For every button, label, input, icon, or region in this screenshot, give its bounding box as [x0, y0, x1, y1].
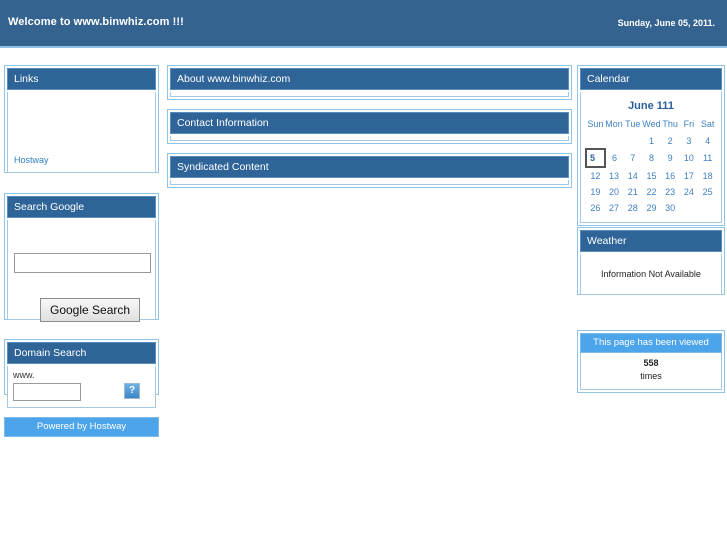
calendar-day-21[interactable]: 21 [623, 184, 642, 200]
calendar-day-18[interactable]: 18 [698, 167, 717, 184]
calendar-day-9[interactable]: 9 [661, 149, 680, 167]
calendar-day-22[interactable]: 22 [642, 184, 661, 200]
calendar-empty-cell [698, 200, 717, 216]
calendar-day-11[interactable]: 11 [698, 149, 717, 167]
page-counter-unit: times [640, 371, 662, 381]
calendar-weekday-mon: Mon [605, 119, 623, 129]
calendar-panel-header: Calendar [580, 68, 722, 90]
calendar-weekday-thu: Thu [662, 119, 678, 129]
calendar-panel: Calendar June 111 Sun Mon Tue Wed Thu Fri Sat … [577, 65, 725, 226]
domain-search-input[interactable] [13, 383, 81, 401]
links-panel-header: Links [7, 68, 156, 90]
calendar-empty-cell [586, 133, 605, 149]
calendar-day-29[interactable]: 29 [642, 200, 661, 216]
calendar-day-24[interactable]: 24 [680, 184, 699, 200]
calendar-day-19[interactable]: 19 [586, 184, 605, 200]
calendar-day-2[interactable]: 2 [661, 133, 680, 149]
calendar-grid: Sun Mon Tue Wed Thu Fri Sat 1 2 3 4 5 6 7 8 9 10 11 12 13 1… [585, 117, 717, 216]
calendar-week-row: 26 27 28 29 30 [586, 200, 717, 216]
calendar-week-row: 19 20 21 22 23 24 25 [586, 184, 717, 200]
calendar-weekday-sun: Sun [587, 119, 604, 129]
calendar-day-27[interactable]: 27 [605, 200, 624, 216]
about-panel-body [170, 92, 569, 97]
syndicated-content-panel: Syndicated Content [167, 153, 572, 188]
google-search-button[interactable]: Google Search [40, 298, 141, 322]
about-panel: About www.binwhiz.com [167, 65, 572, 100]
weather-panel-header: Weather [580, 230, 722, 252]
weather-panel-body: Information Not Available [580, 254, 722, 295]
contact-panel: Contact Information [167, 109, 572, 144]
calendar-weekday-tue: Tue [625, 119, 641, 129]
syndicated-content-panel-body [170, 180, 569, 185]
calendar-day-26[interactable]: 26 [586, 200, 605, 216]
google-search-panel-body: Google Search [7, 220, 156, 322]
links-panel-body: Hostway [7, 92, 156, 173]
calendar-day-1[interactable]: 1 [642, 133, 661, 149]
google-search-panel-header: Search Google [7, 196, 156, 218]
calendar-panel-body: June 111 Sun Mon Tue Wed Thu Fri Sat 123456789… [580, 92, 722, 223]
page-root: Welcome to www.binwhiz.com !!! Sunday, J… [0, 0, 727, 545]
calendar-day-30[interactable]: 30 [661, 200, 680, 216]
links-panel: Links Hostway [4, 65, 159, 173]
about-panel-header: About www.binwhiz.com [170, 68, 569, 90]
link-item-hostway[interactable]: Hostway [14, 154, 49, 166]
page-counter-panel: This page has been viewed 558 times [577, 330, 725, 393]
calendar-day-25[interactable]: 25 [698, 184, 717, 200]
calendar-week-row: 5 6 7 8 9 10 11 [585, 148, 717, 168]
current-date: Sunday, June 05, 2011. [617, 18, 715, 28]
calendar-week-row: 1234 [586, 133, 717, 149]
calendar-week-row: 12 13 14 15 16 17 18 [586, 167, 717, 184]
google-search-input[interactable] [14, 253, 151, 273]
domain-search-panel-header: Domain Search [7, 342, 156, 364]
calendar-empty-cell [680, 200, 699, 216]
calendar-day-14[interactable]: 14 [623, 167, 642, 184]
calendar-day-3[interactable]: 3 [680, 133, 699, 149]
calendar-empty-cell [605, 133, 624, 149]
calendar-empty-cell [623, 133, 642, 149]
google-search-panel: Search Google Google Search [4, 193, 159, 322]
calendar-day-5[interactable]: 5 [585, 148, 606, 168]
page-counter-value: 558 [643, 358, 659, 368]
calendar-day-28[interactable]: 28 [623, 200, 642, 216]
domain-prefix-label: www. [13, 370, 35, 380]
syndicated-content-panel-header: Syndicated Content [170, 156, 569, 178]
calendar-day-8[interactable]: 8 [642, 149, 661, 167]
site-title: Welcome to www.binwhiz.com !!! [8, 16, 184, 28]
calendar-day-6[interactable]: 6 [605, 149, 624, 167]
calendar-day-17[interactable]: 17 [680, 167, 699, 184]
links-list: Hostway [14, 154, 49, 166]
calendar-weekday-sat: Sat [700, 119, 715, 129]
contact-panel-body [170, 136, 569, 141]
calendar-day-10[interactable]: 10 [680, 149, 699, 167]
calendar-month-title: June 111 [628, 100, 674, 112]
calendar-day-20[interactable]: 20 [605, 184, 624, 200]
domain-search-panel-body: www. ? [7, 366, 156, 408]
contact-panel-header: Contact Information [170, 112, 569, 134]
powered-by-footer: Powered by Hostway [4, 417, 159, 437]
site-banner: Welcome to www.binwhiz.com !!! Sunday, J… [0, 0, 727, 48]
weather-panel: Weather Information Not Available [577, 227, 725, 295]
calendar-day-7[interactable]: 7 [623, 149, 642, 167]
calendar-day-23[interactable]: 23 [661, 184, 680, 200]
weather-message: Information Not Available [601, 269, 701, 279]
calendar-day-13[interactable]: 13 [605, 167, 624, 184]
calendar-day-12[interactable]: 12 [586, 167, 605, 184]
calendar-day-4[interactable]: 4 [698, 133, 717, 149]
page-counter-body: 558 times [580, 353, 722, 390]
calendar-day-15[interactable]: 15 [642, 167, 661, 184]
calendar-day-16[interactable]: 16 [661, 167, 680, 184]
broken-image-icon[interactable]: ? [124, 383, 140, 399]
calendar-weekday-row: Sun Mon Tue Wed Thu Fri Sat [586, 117, 717, 133]
calendar-weekday-fri: Fri [683, 119, 695, 129]
domain-search-panel: Domain Search www. ? [4, 339, 159, 408]
calendar-weekday-wed: Wed [642, 119, 661, 129]
page-counter-header: This page has been viewed [580, 333, 722, 353]
